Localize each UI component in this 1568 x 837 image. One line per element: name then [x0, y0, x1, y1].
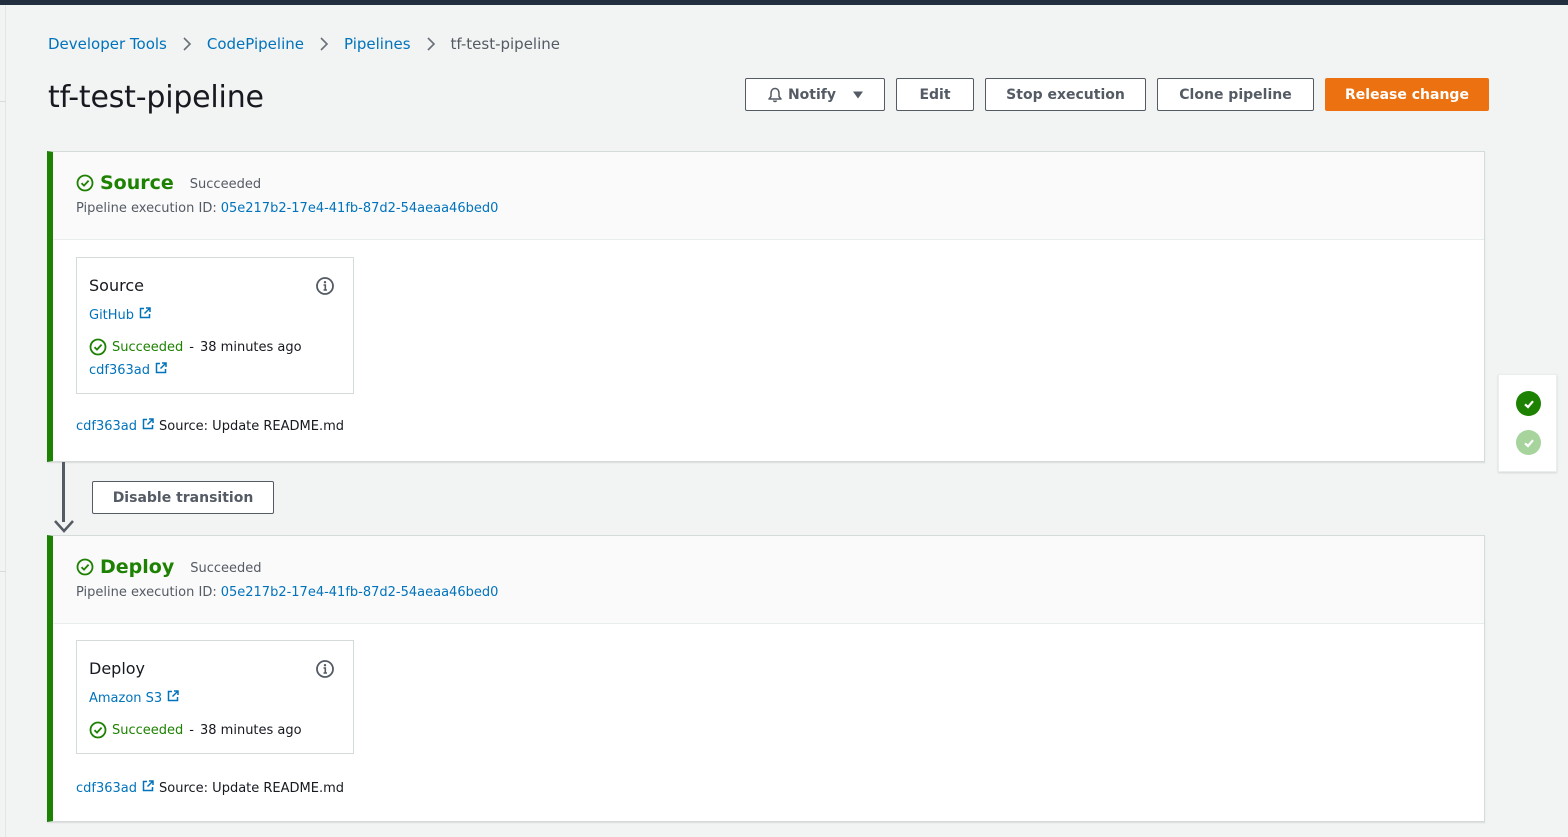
side-navigation-divider — [0, 571, 6, 572]
pipeline-execution-id: Pipeline execution ID: 05e217b2-17e4-41fb… — [76, 201, 498, 216]
execution-id-label: Pipeline execution ID: — [76, 585, 217, 600]
external-link-icon — [139, 307, 151, 323]
action-commit-label: cdf363ad — [89, 362, 151, 378]
footer-commit-message: Source: Update README.md — [159, 418, 345, 434]
stage-name: Source — [100, 172, 174, 194]
stage-status: Succeeded — [190, 561, 262, 576]
release-change-button[interactable]: Release change — [1325, 78, 1489, 111]
footer-commit-label: cdf363ad — [76, 780, 138, 796]
action-time: 38 minutes ago — [200, 722, 302, 738]
stage-header: Deploy Succeeded Pipeline execution ID: 0… — [53, 536, 1484, 624]
action-status: Succeeded - 38 minutes ago — [89, 338, 302, 356]
action-provider-label: GitHub — [89, 307, 135, 323]
footer-commit-label: cdf363ad — [76, 418, 138, 434]
execution-id-label: Pipeline execution ID: — [76, 201, 217, 216]
external-link-icon — [142, 418, 154, 434]
edit-button[interactable]: Edit — [896, 78, 974, 111]
stage-footer: cdf363ad Source: Update README.md — [76, 780, 344, 796]
top-navigation-bar — [0, 0, 1568, 5]
footer-commit-link[interactable]: cdf363ad — [76, 418, 154, 434]
action-status-label: Succeeded — [112, 339, 184, 355]
action-title: Source — [89, 276, 144, 295]
notify-label: Notify — [787, 86, 837, 103]
breadcrumb-codepipeline[interactable]: CodePipeline — [207, 35, 304, 53]
action-card-source: Source GitHub Succeeded - 38 minutes ago… — [76, 257, 354, 394]
action-commit-link[interactable]: cdf363ad — [89, 362, 167, 378]
action-provider-link[interactable]: Amazon S3 — [89, 690, 179, 706]
external-link-icon — [155, 362, 167, 378]
chevron-right-icon — [411, 36, 451, 52]
stage-status: Succeeded — [189, 177, 262, 192]
execution-id-link[interactable]: 05e217b2-17e4-41fb-87d2-54aeaa46bed0 — [221, 201, 499, 216]
check-circle-icon — [76, 558, 94, 576]
stage-header: Source Succeeded Pipeline execution ID: 0… — [53, 152, 1484, 240]
breadcrumb: Developer Tools CodePipeline Pipelines t… — [48, 33, 560, 55]
clone-pipeline-button[interactable]: Clone pipeline — [1157, 78, 1314, 111]
action-status-label: Succeeded — [112, 722, 184, 738]
info-icon[interactable] — [315, 276, 335, 296]
arrow-down-icon — [53, 510, 75, 538]
caret-down-icon — [852, 90, 864, 100]
check-circle-icon — [89, 338, 107, 356]
stop-execution-button[interactable]: Stop execution — [985, 78, 1146, 111]
stage-nav-source-check-icon[interactable] — [1516, 391, 1541, 416]
breadcrumb-developer-tools[interactable]: Developer Tools — [48, 35, 167, 53]
disable-transition-button[interactable]: Disable transition — [92, 481, 274, 514]
footer-commit-link[interactable]: cdf363ad — [76, 780, 154, 796]
external-link-icon — [142, 780, 154, 796]
stage-footer: cdf363ad Source: Update README.md — [76, 418, 344, 434]
action-provider-label: Amazon S3 — [89, 690, 163, 706]
stage-source: Source Succeeded Pipeline execution ID: 0… — [47, 151, 1485, 462]
check-circle-icon — [89, 721, 107, 739]
pipeline-execution-id: Pipeline execution ID: 05e217b2-17e4-41fb… — [76, 585, 498, 600]
footer-commit-message: Source: Update README.md — [159, 780, 345, 796]
action-card-deploy: Deploy Amazon S3 Succeeded - 38 minutes … — [76, 640, 354, 754]
status-separator: - — [189, 339, 194, 355]
external-link-icon — [167, 690, 179, 706]
chevron-right-icon — [304, 36, 344, 52]
execution-id-link[interactable]: 05e217b2-17e4-41fb-87d2-54aeaa46bed0 — [221, 585, 499, 600]
side-navigation-divider — [0, 101, 6, 102]
stage-navigator — [1498, 374, 1557, 472]
action-status: Succeeded - 38 minutes ago — [89, 721, 302, 739]
status-separator: - — [189, 722, 194, 738]
breadcrumb-pipelines[interactable]: Pipelines — [344, 35, 411, 53]
breadcrumb-current: tf-test-pipeline — [450, 35, 560, 53]
stage-deploy: Deploy Succeeded Pipeline execution ID: 0… — [47, 535, 1485, 822]
check-circle-icon — [76, 174, 94, 192]
notify-button[interactable]: Notify — [745, 78, 885, 111]
action-title: Deploy — [89, 659, 146, 678]
info-icon[interactable] — [315, 659, 335, 679]
bell-icon — [766, 86, 784, 104]
stage-title: Source Succeeded — [76, 172, 261, 194]
stage-title: Deploy Succeeded — [76, 556, 262, 578]
action-provider-link[interactable]: GitHub — [89, 307, 151, 323]
action-time: 38 minutes ago — [200, 339, 302, 355]
chevron-right-icon — [167, 36, 207, 52]
side-navigation-collapsed[interactable] — [0, 5, 6, 837]
stage-nav-deploy-check-icon[interactable] — [1516, 430, 1541, 455]
stage-name: Deploy — [100, 556, 175, 578]
page-title: tf-test-pipeline — [48, 80, 264, 115]
